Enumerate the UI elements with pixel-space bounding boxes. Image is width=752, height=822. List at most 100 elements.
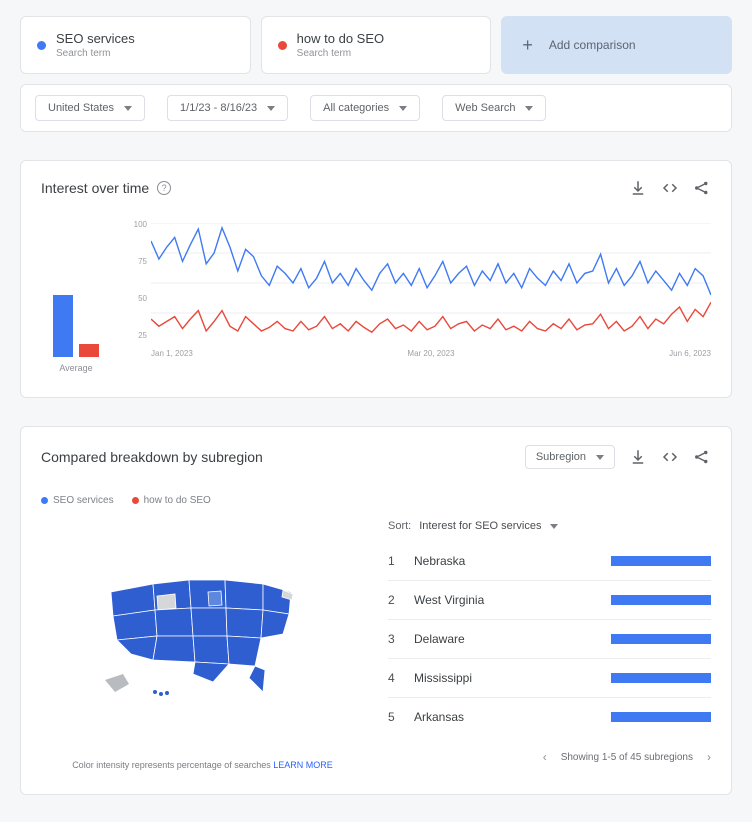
panel-actions: Subregion	[525, 445, 711, 469]
interest-panel: Interest over time ?	[20, 160, 732, 398]
compare-row: SEO services Search term how to do SEO S…	[20, 16, 732, 74]
xtick: Jan 1, 2023	[151, 349, 193, 358]
sort-value: Interest for SEO services	[419, 520, 541, 532]
ytick: 50	[119, 294, 147, 303]
region-name: Nebraska	[414, 554, 597, 568]
chevron-down-icon	[124, 106, 132, 111]
ytick: 100	[119, 220, 147, 229]
filter-daterange[interactable]: 1/1/23 - 8/16/23	[167, 95, 288, 121]
filters-bar: United States 1/1/23 - 8/16/23 All categ…	[20, 84, 732, 132]
term1-label: SEO services	[56, 31, 135, 46]
filter-daterange-label: 1/1/23 - 8/16/23	[180, 102, 257, 114]
region-rank: 5	[388, 710, 400, 724]
download-icon[interactable]	[629, 179, 647, 197]
legend-dot-blue	[41, 497, 48, 504]
region-rank: 2	[388, 593, 400, 607]
sort-row: Sort: Interest for SEO services	[388, 520, 711, 532]
interest-title: Interest over time	[41, 180, 149, 196]
chevron-down-icon	[596, 455, 604, 460]
filter-region-label: United States	[48, 102, 114, 114]
chevron-down-icon	[525, 106, 533, 111]
chevron-down-icon	[550, 524, 558, 529]
sort-label: Sort:	[388, 520, 411, 532]
term-wrap: how to do SEO Search term	[297, 31, 384, 59]
region-bar	[611, 634, 711, 644]
region-bar	[611, 595, 711, 605]
pager: ‹ Showing 1-5 of 45 subregions ›	[388, 750, 711, 764]
share-icon[interactable]	[693, 179, 711, 197]
add-comparison-label: Add comparison	[549, 38, 636, 52]
region-bar	[611, 673, 711, 683]
panel-head: Compared breakdown by subregion Subregio…	[41, 445, 711, 469]
panel-head: Interest over time ?	[41, 179, 711, 197]
download-icon[interactable]	[629, 448, 647, 466]
pager-prev[interactable]: ‹	[543, 750, 547, 764]
y-ticks: 100 75 50 25	[119, 223, 147, 343]
term1-sub: Search term	[56, 48, 135, 59]
region-bar	[611, 712, 711, 722]
region-title-wrap: Compared breakdown by subregion	[41, 449, 263, 465]
region-rank: 3	[388, 632, 400, 646]
region-row[interactable]: 2 West Virginia	[388, 580, 711, 619]
region-name: Arkansas	[414, 710, 597, 724]
line-plot[interactable]	[151, 223, 711, 343]
subregion-dropdown[interactable]: Subregion	[525, 445, 615, 469]
legend-b-label: how to do SEO	[144, 495, 211, 506]
subregion-label: Subregion	[536, 451, 586, 463]
filter-category-label: All categories	[323, 102, 389, 114]
avg-bar-series2	[79, 344, 99, 357]
share-icon[interactable]	[693, 448, 711, 466]
chevron-down-icon	[399, 106, 407, 111]
ytick: 25	[119, 331, 147, 340]
avg-bars	[53, 227, 99, 357]
chart-main: 100 75 50 25 Jan 1, 2023 Mar 20, 2023 Ju…	[119, 223, 711, 373]
region-row[interactable]: 3 Delaware	[388, 619, 711, 658]
region-name: Delaware	[414, 632, 597, 646]
embed-icon[interactable]	[661, 448, 679, 466]
embed-icon[interactable]	[661, 179, 679, 197]
region-name: West Virginia	[414, 593, 597, 607]
legend-item-b: how to do SEO	[132, 495, 211, 506]
compare-card-2[interactable]: how to do SEO Search term	[261, 16, 492, 74]
pager-text: Showing 1-5 of 45 subregions	[561, 752, 693, 763]
series-dot-red	[278, 41, 287, 50]
avg-col: Average	[41, 223, 111, 373]
region-row[interactable]: 1 Nebraska	[388, 542, 711, 580]
us-map[interactable]	[41, 550, 364, 720]
legend-item-a: SEO services	[41, 495, 114, 506]
chart-wrap: Average 100 75 50 25 Jan 1, 2023 Mar 20,…	[41, 223, 711, 373]
x-ticks: Jan 1, 2023 Mar 20, 2023 Jun 6, 2023	[151, 349, 711, 358]
map-col: Color intensity represents percentage of…	[41, 520, 364, 770]
compare-card-1[interactable]: SEO services Search term	[20, 16, 251, 74]
xtick: Jun 6, 2023	[669, 349, 711, 358]
pager-next[interactable]: ›	[707, 750, 711, 764]
region-rank: 1	[388, 554, 400, 568]
legend-dot-red	[132, 497, 139, 504]
series-dot-blue	[37, 41, 46, 50]
caption-text: Color intensity represents percentage of…	[72, 760, 273, 770]
region-title: Compared breakdown by subregion	[41, 449, 263, 465]
filter-region[interactable]: United States	[35, 95, 145, 121]
ytick: 75	[119, 257, 147, 266]
region-row[interactable]: 5 Arkansas	[388, 697, 711, 736]
map-caption: Color intensity represents percentage of…	[72, 760, 333, 770]
filter-category[interactable]: All categories	[310, 95, 420, 121]
region-panel: Compared breakdown by subregion Subregio…	[20, 426, 732, 795]
chevron-down-icon	[267, 106, 275, 111]
learn-more-link[interactable]: LEARN MORE	[273, 760, 333, 770]
avg-label: Average	[59, 363, 92, 373]
avg-bar-series1	[53, 295, 73, 357]
region-bar	[611, 556, 711, 566]
legend: SEO services how to do SEO	[41, 495, 711, 506]
xtick: Mar 20, 2023	[407, 349, 454, 358]
region-row[interactable]: 4Mississippi	[388, 658, 711, 697]
help-icon[interactable]: ?	[157, 181, 171, 195]
plus-icon: +	[522, 36, 533, 54]
sort-dropdown[interactable]: Interest for SEO services	[419, 520, 557, 532]
region-rank: 4	[388, 671, 400, 685]
legend-a-label: SEO services	[53, 495, 114, 506]
add-comparison-button[interactable]: + Add comparison	[501, 16, 732, 74]
filter-search-type[interactable]: Web Search	[442, 95, 546, 121]
region-body: Color intensity represents percentage of…	[41, 520, 711, 770]
region-list: Sort: Interest for SEO services 1 Nebrask…	[388, 520, 711, 770]
